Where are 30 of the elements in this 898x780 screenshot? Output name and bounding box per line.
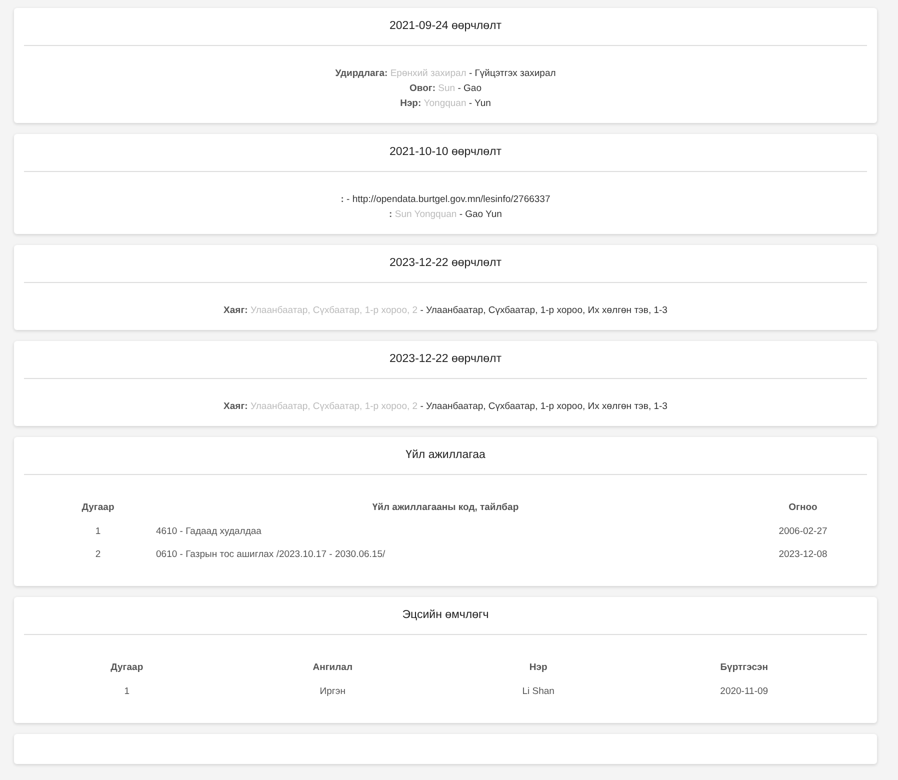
change-line: Удирдлага: Ерөнхий захирал - Гүйцэтгэх захирал bbox=[335, 68, 556, 79]
change-line: Овог: Sun - Gao bbox=[410, 83, 482, 94]
change-line: Нэр: Yongquan - Yun bbox=[400, 98, 491, 109]
table-cell-text: 0610 - Газрын тос ашиглах /2023.10.17 - 2030.06.15/ bbox=[155, 548, 386, 562]
change-line: Хаяг: Улаанбаатар, Сүхбаатар, 1-р хороо, 2 - Улаанбаатар, Сүхбаатар, 1-р хороо, Их хөлгөн тэв, 1-3 bbox=[224, 305, 668, 316]
column-header: Огноо bbox=[788, 501, 818, 515]
change-line: : - http://opendata.burtgel.gov.mn/lesinfo/2766337 bbox=[340, 194, 550, 205]
table-cell-text: Иргэн bbox=[318, 685, 346, 699]
card-title: 2023-12-22 өөрчлөлт bbox=[388, 352, 503, 367]
column-header: Дугаар bbox=[80, 501, 116, 515]
table-cell-text: 2 bbox=[94, 548, 102, 562]
card-title: 2021-10-10 өөрчлөлт bbox=[388, 145, 503, 160]
column-header: Дугаар bbox=[110, 661, 144, 675]
column-header: Нэр bbox=[528, 661, 548, 675]
table-cell-text: Li Shan bbox=[521, 685, 556, 699]
card-title: Үйл ажиллагаа bbox=[404, 448, 486, 463]
table-cell-text: 2006-02-27 bbox=[778, 525, 828, 539]
card-title: 2021-09-24 өөрчлөлт bbox=[388, 19, 503, 34]
table-cell-text: 1 bbox=[94, 525, 102, 539]
table-cell-text: 4610 - Гадаад худалдаа bbox=[155, 525, 262, 539]
change-line: Хаяг: Улаанбаатар, Сүхбаатар, 1-р хороо, 2 - Улаанбаатар, Сүхбаатар, 1-р хороо, Их хөлгөн тэв, 1-3 bbox=[224, 401, 668, 412]
column-header: Үйл ажиллагааны код, тайлбар bbox=[371, 501, 520, 515]
column-header: Бүртгэсэн bbox=[719, 661, 770, 675]
table-cell-text: 1 bbox=[123, 685, 131, 699]
table-cell-text: 2023-12-08 bbox=[778, 548, 828, 562]
column-header: Ангилал bbox=[312, 661, 354, 675]
card-title: 2023-12-22 өөрчлөлт bbox=[388, 256, 503, 271]
change-line: : Sun Yongquan - Gao Yun bbox=[389, 209, 502, 220]
table-cell-text: 2020-11-09 bbox=[719, 685, 770, 699]
card-title: Эцсийн өмчлөгч bbox=[401, 608, 490, 623]
